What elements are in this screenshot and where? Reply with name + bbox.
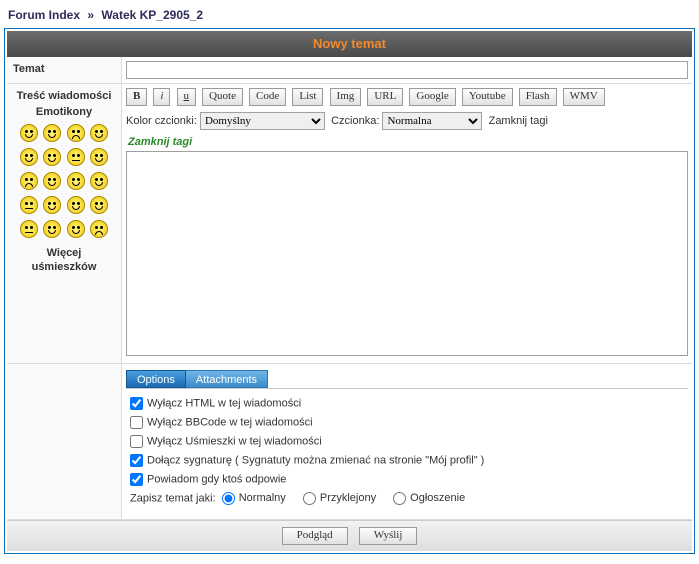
breadcrumb-sep: » <box>87 8 94 22</box>
italic-button[interactable]: i <box>153 88 170 106</box>
emoticons-label: Emotikony <box>13 106 115 118</box>
emoticon-sad[interactable] <box>67 124 85 142</box>
preview-button[interactable]: Podgląd <box>282 527 348 545</box>
topic-label: Temat <box>7 57 122 83</box>
emoticon-think[interactable] <box>20 220 38 238</box>
emoticon-lol[interactable] <box>90 172 108 190</box>
body-label: Treść wiadomości <box>13 90 115 102</box>
breadcrumb: Forum Index » Watek KP_2905_2 <box>4 4 695 28</box>
emoticon-cool[interactable] <box>43 148 61 166</box>
notify-reply-label: Powiadom gdy ktoś odpowie <box>147 473 286 485</box>
bold-button[interactable]: B <box>126 88 147 106</box>
quote-button[interactable]: Quote <box>202 88 243 106</box>
url-button[interactable]: URL <box>367 88 403 106</box>
body-col: Treść wiadomości Emotikony <box>7 84 122 363</box>
footer-bar: Podgląd Wyślij <box>7 520 692 551</box>
emoticon-grid <box>13 124 115 238</box>
attach-signature-checkbox[interactable] <box>130 454 143 467</box>
disable-html-checkbox[interactable] <box>130 397 143 410</box>
code-button[interactable]: Code <box>249 88 286 106</box>
emoticon-idea[interactable] <box>67 220 85 238</box>
post-frame: Nowy temat Temat Treść wiadomości Emotik… <box>4 28 695 554</box>
toolbar: B i u Quote Code List Img URL Google You… <box>126 88 688 109</box>
list-button[interactable]: List <box>292 88 323 106</box>
emoticon-neutral[interactable] <box>20 196 38 214</box>
disable-bbcode-checkbox[interactable] <box>130 416 143 429</box>
tab-attachments[interactable]: Attachments <box>186 370 268 388</box>
disable-html-label: Wyłącz HTML w tej wiadomości <box>147 397 301 409</box>
flash-button[interactable]: Flash <box>519 88 557 106</box>
emoticon-razz[interactable] <box>43 172 61 190</box>
more-smileys-link[interactable]: Więcej uśmieszków <box>13 246 115 275</box>
emoticon-redface[interactable] <box>67 172 85 190</box>
options-left-spacer <box>7 364 122 519</box>
font-select[interactable]: Normalna <box>382 112 482 130</box>
emoticon-rolleyes[interactable] <box>43 196 61 214</box>
emoticon-surprise[interactable] <box>90 124 108 142</box>
wmv-button[interactable]: WMV <box>563 88 605 106</box>
save-as-label: Zapisz temat jaki: <box>130 492 216 504</box>
message-textarea[interactable] <box>126 151 688 356</box>
disable-smilies-checkbox[interactable] <box>130 435 143 448</box>
google-button[interactable]: Google <box>409 88 455 106</box>
topic-type-normal-radio[interactable] <box>222 492 235 505</box>
emoticon-smile[interactable] <box>20 124 38 142</box>
font-color-select[interactable]: Domyślny <box>200 112 325 130</box>
topic-type-announce-label: Ogłoszenie <box>410 492 465 504</box>
emoticon-oops[interactable] <box>90 220 108 238</box>
topic-type-announce-radio[interactable] <box>393 492 406 505</box>
img-button[interactable]: Img <box>330 88 362 106</box>
topic-type-sticky-label: Przyklejony <box>320 492 376 504</box>
attach-signature-label: Dołącz sygnaturę ( Sygnatuty można zmien… <box>147 454 484 466</box>
disable-bbcode-label: Wyłącz BBCode w tej wiadomości <box>147 416 313 428</box>
emoticon-wink[interactable] <box>90 148 108 166</box>
topic-input[interactable] <box>126 61 688 79</box>
emoticon-confused[interactable] <box>67 148 85 166</box>
emoticon-smile2[interactable] <box>43 220 61 238</box>
breadcrumb-index-link[interactable]: Forum Index <box>8 8 80 22</box>
emoticon-biggrin[interactable] <box>20 148 38 166</box>
close-tags-2[interactable]: Zamknij tagi <box>128 136 688 148</box>
emoticon-evil[interactable] <box>67 196 85 214</box>
disable-smilies-label: Wyłącz Uśmieszki w tej wiadomości <box>147 435 322 447</box>
topic-type-sticky-radio[interactable] <box>303 492 316 505</box>
close-tags-link[interactable]: Zamknij tagi <box>489 115 548 127</box>
font-label: Czcionka: <box>331 115 379 127</box>
notify-reply-checkbox[interactable] <box>130 473 143 486</box>
tab-options[interactable]: Options <box>126 370 186 388</box>
youtube-button[interactable]: Youtube <box>462 88 513 106</box>
option-tabs: OptionsAttachments <box>126 370 688 388</box>
breadcrumb-thread-link[interactable]: Watek KP_2905_2 <box>101 8 203 22</box>
emoticon-grin[interactable] <box>43 124 61 142</box>
font-color-label: Kolor czcionki: <box>126 115 197 127</box>
emoticon-mad[interactable] <box>90 196 108 214</box>
submit-button[interactable]: Wyślij <box>359 527 418 545</box>
topic-type-normal-label: Normalny <box>239 492 286 504</box>
underline-button[interactable]: u <box>177 88 197 106</box>
page-title: Nowy temat <box>7 31 692 57</box>
emoticon-cry[interactable] <box>20 172 38 190</box>
